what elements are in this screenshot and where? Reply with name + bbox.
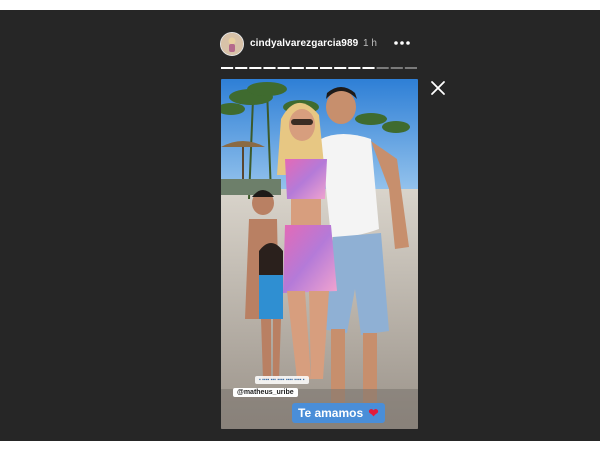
family-beach-photo (221, 79, 418, 429)
avatar-image (221, 33, 243, 55)
progress-segment (404, 67, 417, 69)
progress-segment (320, 67, 333, 69)
sticker-text: Te amamos (298, 406, 364, 420)
close-icon (431, 81, 445, 95)
progress-segment (376, 67, 389, 69)
progress-segments (221, 67, 417, 69)
progress-segment (221, 67, 234, 69)
story-progress-bar (221, 67, 417, 69)
progress-segment (277, 67, 290, 69)
progress-segment (390, 67, 403, 69)
story-timestamp: 1 h (363, 38, 377, 49)
heart-icon: ❤ (368, 406, 379, 420)
secondary-mention-tag[interactable]: ▪ ▪▪▪▪ ▪▪▪ ▪▪▪▪ ▪▪▪▪ ▪▪▪▪ ▪ (255, 376, 309, 384)
progress-segment (249, 67, 262, 69)
story-username[interactable]: cindyalvarezgarcia989 (250, 38, 358, 49)
progress-segment (362, 67, 375, 69)
progress-segment (263, 67, 276, 69)
profile-avatar[interactable] (220, 32, 244, 56)
story-photo[interactable] (221, 79, 418, 429)
progress-segment (305, 67, 318, 69)
more-options-icon (394, 41, 410, 45)
close-button[interactable] (430, 80, 446, 96)
progress-segment (348, 67, 361, 69)
progress-segment (334, 67, 347, 69)
text-sticker: Te amamos ❤ (292, 403, 385, 423)
mention-tag[interactable]: @matheus_uribe (233, 388, 298, 397)
progress-segment (291, 67, 304, 69)
more-options-button[interactable] (392, 33, 412, 53)
progress-segment (235, 67, 248, 69)
